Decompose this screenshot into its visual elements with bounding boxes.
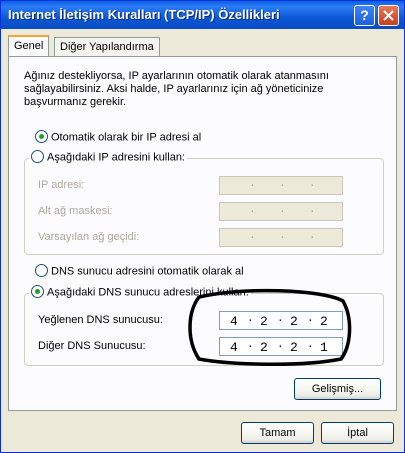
ok-button[interactable]: Tamam <box>241 422 314 444</box>
tcpip-properties-dialog: Internet İletişim Kuralları (TCP/IP) Öze… <box>0 0 405 453</box>
cancel-button[interactable]: İptal <box>321 422 394 444</box>
annotation-circle <box>188 288 352 366</box>
tab-genel[interactable]: Genel <box>8 35 50 56</box>
